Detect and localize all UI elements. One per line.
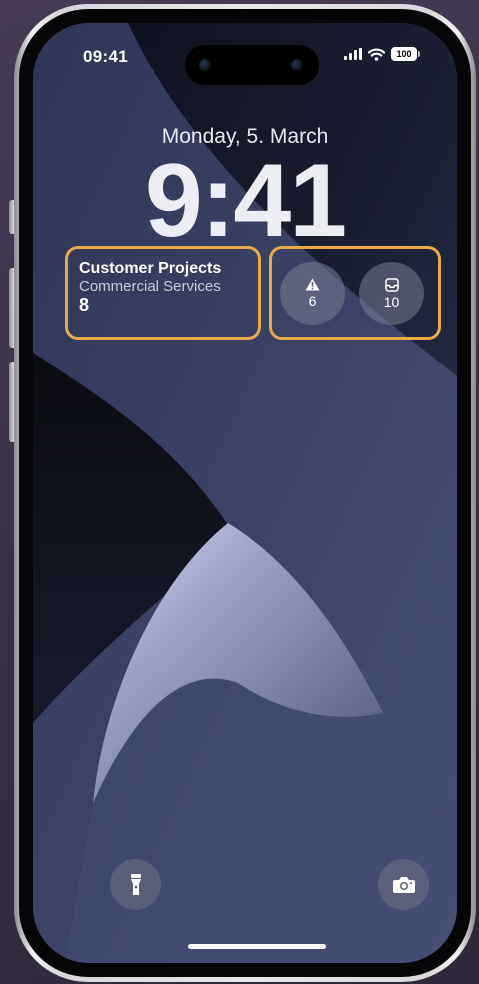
battery-indicator: 100 [391, 47, 420, 61]
inbox-tray-icon [384, 277, 399, 292]
widget-title: Customer Projects [79, 260, 222, 277]
phone-bezel: 09:41 100 Monday, 5. March 9:41 Customer… [19, 9, 471, 977]
signal-icon [344, 48, 362, 60]
inbox-count: 10 [383, 293, 400, 310]
status-indicators: 100 [344, 47, 420, 61]
flashlight-icon [130, 873, 141, 895]
camera-button[interactable] [378, 859, 429, 910]
dynamic-island [185, 45, 319, 85]
phone-frame: 09:41 100 Monday, 5. March 9:41 Customer… [14, 4, 476, 982]
status-bar: 09:41 100 [33, 45, 457, 85]
widget-subtitle: Commercial Services [79, 278, 221, 295]
circular-widgets-group: 6 10 [269, 246, 441, 340]
customer-projects-widget[interactable]: Customer Projects Commercial Services 8 [65, 246, 261, 340]
alerts-count: 6 [308, 293, 317, 309]
status-time: 09:41 [83, 47, 128, 66]
widget-count: 8 [79, 295, 90, 315]
flashlight-button[interactable] [110, 859, 161, 910]
wifi-icon [368, 47, 385, 61]
camera-lens-icon [291, 59, 303, 71]
alerts-widget[interactable]: 6 [280, 262, 345, 325]
lock-clock: 9:41 [144, 143, 347, 259]
lock-screen: 09:41 100 Monday, 5. March 9:41 Customer… [33, 23, 457, 963]
home-indicator[interactable] [188, 944, 326, 949]
camera-icon [392, 877, 415, 893]
warning-icon [305, 278, 320, 291]
inbox-widget[interactable]: 10 [359, 262, 424, 325]
sensor-icon [199, 59, 211, 71]
